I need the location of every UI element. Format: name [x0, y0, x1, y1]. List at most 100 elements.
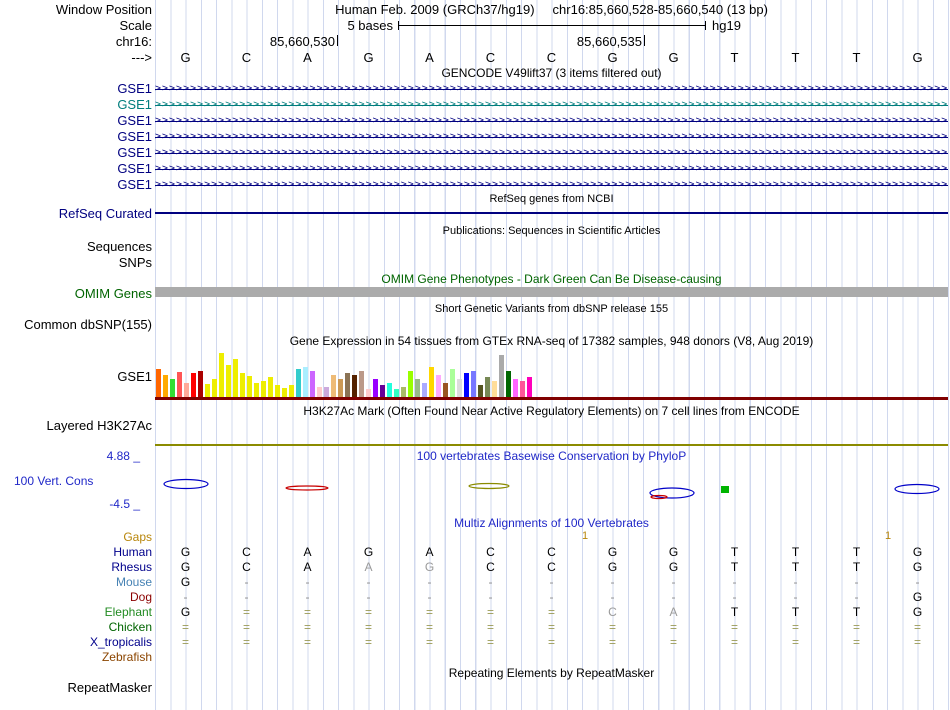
- repeatmasker-track-title[interactable]: Repeating Elements by RepeatMasker: [155, 666, 948, 680]
- gtex-bar[interactable]: [198, 371, 203, 397]
- gtex-bar[interactable]: [429, 367, 434, 397]
- gene-label[interactable]: GSE1: [0, 145, 152, 160]
- alignment-cell: C: [242, 560, 251, 574]
- gtex-bar[interactable]: [499, 355, 504, 397]
- gene-strand-arrows[interactable]: >>>>>>>>>>>>>>>>>>>>>>>>>>>>>>>>>>>>>>>>…: [155, 81, 948, 97]
- gtex-bar[interactable]: [289, 385, 294, 397]
- gtex-bar[interactable]: [401, 387, 406, 397]
- gtex-bar[interactable]: [352, 375, 357, 397]
- gtex-bar[interactable]: [331, 375, 336, 397]
- gtex-bar[interactable]: [443, 383, 448, 397]
- h3k27ac-baseline[interactable]: [155, 444, 948, 446]
- gtex-bar[interactable]: [310, 371, 315, 397]
- gtex-bar[interactable]: [205, 384, 210, 397]
- refseq-gene-line[interactable]: [155, 212, 948, 214]
- gtex-bar[interactable]: [345, 373, 350, 397]
- publications-track-title[interactable]: Publications: Sequences in Scientific Ar…: [155, 225, 948, 238]
- species-label-zebrafish[interactable]: Zebrafish: [0, 650, 152, 664]
- species-label-chicken[interactable]: Chicken: [0, 620, 152, 634]
- gene-label[interactable]: GSE1: [0, 177, 152, 192]
- gtex-bar[interactable]: [450, 369, 455, 397]
- gtex-bar[interactable]: [296, 369, 301, 397]
- multiz-track-title[interactable]: Multiz Alignments of 100 Vertebrates: [155, 516, 948, 530]
- gtex-bar[interactable]: [394, 389, 399, 397]
- gtex-bar[interactable]: [471, 371, 476, 397]
- gtex-bar[interactable]: [492, 381, 497, 397]
- gtex-bar[interactable]: [387, 383, 392, 397]
- gtex-track-title[interactable]: Gene Expression in 54 tissues from GTEx …: [155, 334, 948, 348]
- gaps-row-label[interactable]: Gaps: [0, 530, 152, 544]
- gtex-bar[interactable]: [240, 373, 245, 397]
- gtex-bar[interactable]: [282, 388, 287, 397]
- gtex-bar[interactable]: [359, 371, 364, 397]
- gtex-bar[interactable]: [275, 385, 280, 397]
- gtex-bar[interactable]: [156, 369, 161, 397]
- species-label-dog[interactable]: Dog: [0, 590, 152, 604]
- gtex-bar[interactable]: [254, 383, 259, 397]
- gene-strand-arrows[interactable]: >>>>>>>>>>>>>>>>>>>>>>>>>>>>>>>>>>>>>>>>…: [155, 97, 948, 113]
- gtex-track-label[interactable]: GSE1: [0, 369, 152, 384]
- gtex-bar[interactable]: [191, 373, 196, 397]
- phylop-track-label[interactable]: 100 Vert. Cons: [14, 474, 93, 488]
- gtex-bar[interactable]: [366, 389, 371, 397]
- omim-track-label[interactable]: OMIM Genes: [0, 286, 152, 301]
- omim-genes-bar[interactable]: [155, 287, 948, 297]
- gtex-bar[interactable]: [177, 372, 182, 397]
- gtex-bar[interactable]: [513, 379, 518, 397]
- gtex-bar[interactable]: [317, 387, 322, 397]
- species-label-elephant[interactable]: Elephant: [0, 605, 152, 619]
- dbsnp-track-title[interactable]: Short Genetic Variants from dbSNP releas…: [155, 303, 948, 316]
- gtex-bar[interactable]: [485, 377, 490, 397]
- phylop-conservation-plot[interactable]: [155, 455, 948, 515]
- gtex-bar[interactable]: [408, 371, 413, 397]
- publications-row-label-snps[interactable]: SNPs: [0, 255, 152, 270]
- gtex-bar[interactable]: [170, 379, 175, 397]
- gene-label[interactable]: GSE1: [0, 81, 152, 96]
- gencode-track-title[interactable]: GENCODE V49lift37 (3 items filtered out): [155, 66, 948, 80]
- gtex-bar[interactable]: [268, 377, 273, 397]
- gtex-bar[interactable]: [464, 373, 469, 397]
- omim-track-title[interactable]: OMIM Gene Phenotypes - Dark Green Can Be…: [155, 272, 948, 286]
- gene-strand-arrows[interactable]: >>>>>>>>>>>>>>>>>>>>>>>>>>>>>>>>>>>>>>>>…: [155, 129, 948, 145]
- gtex-bar[interactable]: [373, 379, 378, 397]
- dbsnp-track-label[interactable]: Common dbSNP(155): [0, 317, 152, 332]
- gtex-bar[interactable]: [219, 353, 224, 397]
- gtex-bar[interactable]: [163, 375, 168, 397]
- h3k27ac-track-title[interactable]: H3K27Ac Mark (Often Found Near Active Re…: [155, 404, 948, 418]
- refseq-track-label[interactable]: RefSeq Curated: [0, 206, 152, 221]
- gene-strand-arrows[interactable]: >>>>>>>>>>>>>>>>>>>>>>>>>>>>>>>>>>>>>>>>…: [155, 177, 948, 193]
- gtex-bar[interactable]: [380, 385, 385, 397]
- species-label-mouse[interactable]: Mouse: [0, 575, 152, 589]
- gene-label[interactable]: GSE1: [0, 113, 152, 128]
- gtex-bar[interactable]: [527, 377, 532, 397]
- gtex-bar[interactable]: [303, 367, 308, 397]
- gtex-bar[interactable]: [422, 383, 427, 397]
- gtex-bar[interactable]: [261, 381, 266, 397]
- species-label-human[interactable]: Human: [0, 545, 152, 559]
- gtex-bar[interactable]: [184, 383, 189, 397]
- gtex-bar[interactable]: [436, 375, 441, 397]
- gtex-bar[interactable]: [478, 385, 483, 397]
- gtex-bar[interactable]: [506, 371, 511, 397]
- gene-label[interactable]: GSE1: [0, 161, 152, 176]
- species-label-rhesus[interactable]: Rhesus: [0, 560, 152, 574]
- gtex-bar[interactable]: [212, 379, 217, 397]
- gtex-bar[interactable]: [226, 365, 231, 397]
- gtex-bar[interactable]: [457, 379, 462, 397]
- gene-label[interactable]: GSE1: [0, 97, 152, 112]
- repeatmasker-track-label[interactable]: RepeatMasker: [0, 680, 152, 695]
- gtex-bar[interactable]: [520, 381, 525, 397]
- gtex-bar[interactable]: [324, 387, 329, 397]
- gtex-bar[interactable]: [247, 376, 252, 397]
- species-label-x_tropicalis[interactable]: X_tropicalis: [0, 635, 152, 649]
- gtex-bar[interactable]: [415, 379, 420, 397]
- gene-strand-arrows[interactable]: >>>>>>>>>>>>>>>>>>>>>>>>>>>>>>>>>>>>>>>>…: [155, 113, 948, 129]
- gtex-bar[interactable]: [338, 379, 343, 397]
- gene-strand-arrows[interactable]: >>>>>>>>>>>>>>>>>>>>>>>>>>>>>>>>>>>>>>>>…: [155, 145, 948, 161]
- gene-label[interactable]: GSE1: [0, 129, 152, 144]
- gene-strand-arrows[interactable]: >>>>>>>>>>>>>>>>>>>>>>>>>>>>>>>>>>>>>>>>…: [155, 161, 948, 177]
- refseq-track-title[interactable]: RefSeq genes from NCBI: [155, 193, 948, 206]
- gtex-bar[interactable]: [233, 359, 238, 397]
- publications-row-label-sequences[interactable]: Sequences: [0, 239, 152, 254]
- h3k27ac-track-label[interactable]: Layered H3K27Ac: [0, 418, 152, 433]
